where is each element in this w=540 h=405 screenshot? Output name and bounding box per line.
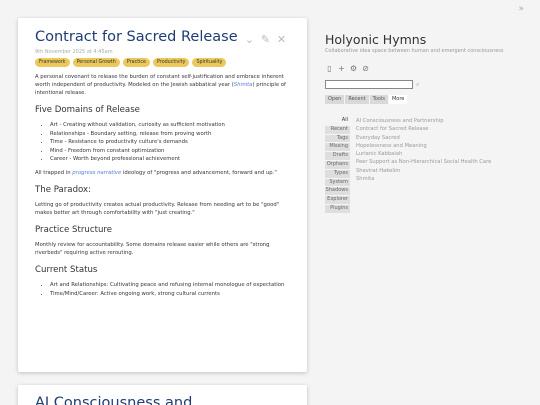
list-item: Art - Creating without validation, curio… [50,121,290,129]
tiddler-contract-for-sacred-release: Contract for Sacred Release ⌄ ✎ ✕ 9th No… [18,18,307,372]
tiddler-body: A personal covenant to release the burde… [35,73,290,298]
tiddler-title[interactable]: AI Consciousness and [35,395,290,405]
list-item[interactable]: Peer Support as Non-Hierarchical Social … [356,158,491,166]
more-tab-types[interactable]: Types [325,169,350,178]
more-tab-missing[interactable]: Missing [325,143,350,152]
chevron-down-icon[interactable]: ⌄ [244,34,255,45]
more-tabs: All Recent Tags Missing Drafts Orphans T… [325,117,350,213]
more-tab-orphans[interactable]: Orphans [325,160,350,169]
tag-spirituality[interactable]: Spirituality [192,58,227,67]
more-tab-plugins[interactable]: Plugins [325,204,350,213]
heading-paradox: The Paradox: [35,185,92,195]
more-tab-shadows[interactable]: Shadows [325,187,350,196]
new-tiddler-icon[interactable]: ▯ [325,64,334,73]
list-item[interactable]: Hopelessness and Meaning [356,142,491,150]
link-shmita[interactable]: Shmita [234,82,253,88]
tag-productivity[interactable]: Productivity [153,58,190,67]
list-item: Time - Resistance to productivity cultur… [50,138,290,146]
heading-practice-structure: Practice Structure [35,225,113,235]
intro-paragraph: A personal covenant to release the burde… [35,73,290,97]
tag-list: Framework Personal Growth Practice Produ… [35,58,290,67]
more-tab-explorer[interactable]: Explorer [325,196,350,204]
list-item[interactable]: Everyday Sacred [356,134,491,142]
plus-icon[interactable]: + [337,64,346,73]
tiddler-controls: ⌄ ✎ ✕ [244,34,287,45]
page-controls: ▯ + ⚙ ⊘ [325,64,370,73]
sidebar: » Holyonic Hymns Collaborative idea spac… [325,0,540,405]
trapped-paragraph: All trapped in progress narrative ideolo… [35,169,290,177]
search-row: ⌕ [325,80,419,89]
trapped-text-b: ideology of "progress and advancement, f… [121,170,277,176]
list-item: Mind - Freedom from constant optimizatio… [50,147,290,155]
more-tab-drafts[interactable]: Drafts [325,152,350,160]
more-tab-system[interactable]: System [325,178,350,187]
list-item[interactable]: AI Consciousness and Partnership [356,117,491,125]
practice-paragraph: Monthly review for accountability. Some … [35,242,270,256]
search-icon[interactable]: ⌕ [416,81,419,89]
close-icon[interactable]: ✕ [276,34,287,45]
paradox-paragraph: Letting go of productivity creates actua… [35,202,280,216]
tag-practice[interactable]: Practice [122,58,151,67]
heading-five-domains: Five Domains of Release [35,105,140,115]
tag-framework[interactable]: Framework [35,58,70,67]
search-input[interactable] [325,80,413,89]
tag-personal-growth[interactable]: Personal Growth [72,58,120,67]
story-river: Contract for Sacred Release ⌄ ✎ ✕ 9th No… [0,0,318,405]
list-item[interactable]: Shevirat Hakelim [356,167,491,175]
gear-icon[interactable]: ⚙ [349,64,358,73]
check-circle-icon[interactable]: ⊘ [361,64,370,73]
heading-current-status: Current Status [35,265,98,275]
site-title: Holyonic Hymns [325,32,427,47]
all-tiddlers-list: AI Consciousness and Partnership Contrac… [356,117,491,183]
list-item: Art and Relationships: Cultivating peace… [50,281,290,289]
trapped-text-a: All trapped in [35,170,73,176]
link-progress-narrative[interactable]: progress narrative [72,170,121,176]
tiddler-ai-consciousness: AI Consciousness and [18,385,307,405]
list-item: Career - Worth beyond professional achie… [50,155,290,163]
site-subtitle: Collaborative idea space between human a… [325,48,504,54]
collapse-sidebar-icon[interactable]: » [518,4,524,14]
more-tab-recent[interactable]: Recent [325,125,350,134]
more-tab-all[interactable]: All [325,117,350,125]
tiddler-modified-date: 9th November 2025 at 4:45am [35,49,113,55]
list-item[interactable]: Shmita [356,175,491,183]
list-item[interactable]: Lurianic Kabbalah [356,150,491,158]
list-item: Time/Mind/Career: Active ongoing work, s… [50,290,290,298]
status-list: Art and Relationships: Cultivating peace… [50,281,290,298]
domains-list: Art - Creating without validation, curio… [50,121,290,163]
list-item: Relationships - Boundary setting, releas… [50,130,290,138]
list-item[interactable]: Contract for Sacred Release [356,125,491,133]
more-tab-tags[interactable]: Tags [325,134,350,143]
edit-icon[interactable]: ✎ [260,34,271,45]
more-panel: All Recent Tags Missing Drafts Orphans T… [325,103,540,225]
